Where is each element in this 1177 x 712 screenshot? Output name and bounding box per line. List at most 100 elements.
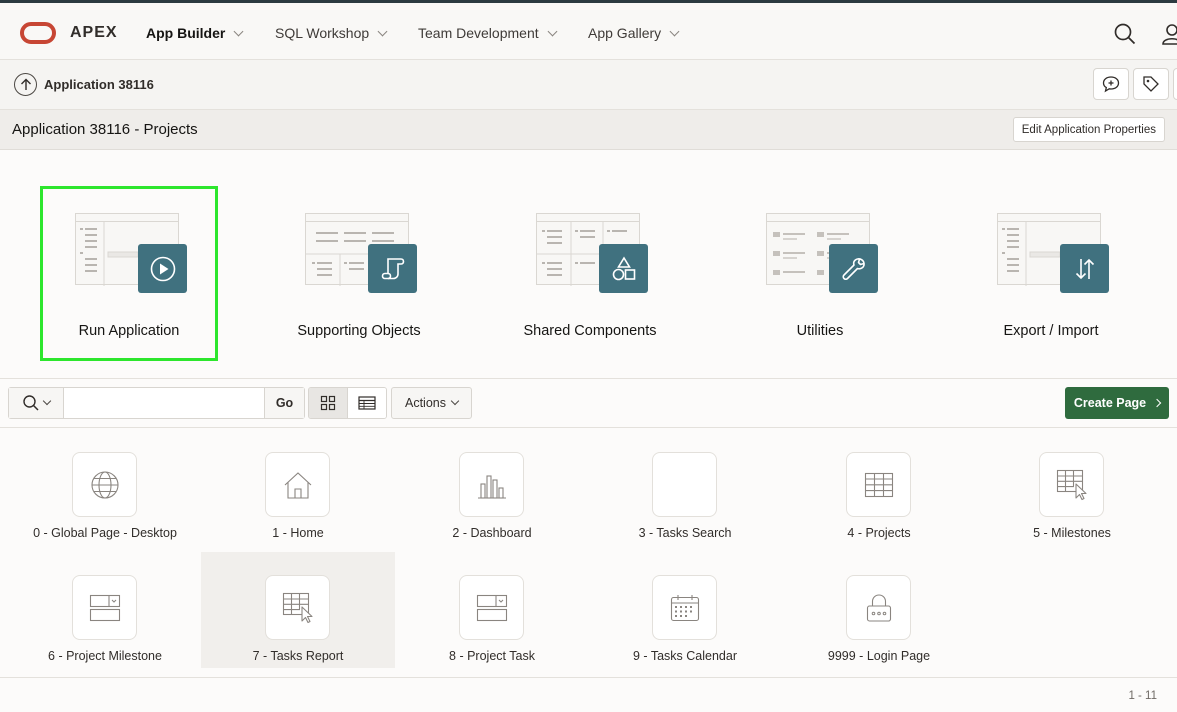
play-icon xyxy=(150,256,175,281)
page-card[interactable]: 3 - Tasks Search xyxy=(588,429,782,545)
page-title-bar: Application 38116 - Projects Edit Applic… xyxy=(0,110,1177,150)
report-view-button[interactable] xyxy=(347,388,386,418)
export-import-label: Export / Import xyxy=(1003,323,1099,339)
page-card[interactable]: 4 - Projects xyxy=(782,429,976,545)
feedback-button[interactable] xyxy=(1093,68,1129,100)
utilities-label: Utilities xyxy=(796,323,844,339)
page-card[interactable]: 1 - Home xyxy=(201,429,395,545)
run-application-label: Run Application xyxy=(78,323,180,339)
page-card-label: 9999 - Login Page xyxy=(827,649,931,663)
navigate-up-button[interactable] xyxy=(14,73,37,96)
page-card-label: 1 - Home xyxy=(272,526,324,540)
view-toggle xyxy=(308,387,387,419)
create-page-label: Create Page xyxy=(1073,396,1147,410)
chevron-down-icon xyxy=(42,396,52,406)
actions-menu-button[interactable]: Actions xyxy=(391,387,472,419)
search-icon[interactable] xyxy=(1113,22,1137,46)
page-icon-box xyxy=(652,452,717,517)
page-icon-box xyxy=(652,575,717,640)
icon-view-button[interactable] xyxy=(309,388,348,418)
supporting-objects-label: Supporting Objects xyxy=(297,323,421,339)
comment-add-icon xyxy=(1102,76,1120,93)
page-icon-box xyxy=(72,452,137,517)
search-group: Go xyxy=(8,387,305,419)
grid-icon xyxy=(320,395,335,411)
nav-sql-workshop-label: SQL Workshop xyxy=(275,25,370,41)
page-card[interactable]: 2 - Dashboard xyxy=(395,429,589,545)
go-button[interactable]: Go xyxy=(264,388,304,418)
shared-components-tile xyxy=(599,244,648,293)
user-icon[interactable] xyxy=(1160,22,1177,46)
page-card[interactable]: 6 - Project Milestone xyxy=(8,552,202,668)
shared-components-label: Shared Components xyxy=(523,323,657,339)
page-icon-box xyxy=(846,575,911,640)
search-icon xyxy=(23,395,39,411)
chevron-down-icon xyxy=(377,26,388,36)
pages-grid: 0 - Global Page - Desktop 1 - Home 2 - D… xyxy=(0,429,1177,677)
arrow-up-icon xyxy=(20,78,31,90)
table-icon xyxy=(864,472,893,497)
globe-icon xyxy=(90,470,119,499)
page-card-label: 8 - Project Task xyxy=(449,649,535,663)
page-icon-box xyxy=(265,575,330,640)
edit-application-properties-button[interactable]: Edit Application Properties xyxy=(1012,117,1165,142)
shared-components-card[interactable]: Shared Components xyxy=(503,188,677,359)
page-icon-box xyxy=(846,452,911,517)
search-column-select[interactable] xyxy=(9,388,64,418)
lock-icon xyxy=(866,593,891,622)
calendar-icon xyxy=(670,594,699,621)
scroll-icon xyxy=(381,257,404,279)
search-input[interactable] xyxy=(65,388,265,418)
page-card-label: 9 - Tasks Calendar xyxy=(633,649,737,663)
form-icon xyxy=(476,594,507,621)
page-card-label: 6 - Project Milestone xyxy=(48,649,162,663)
shapes-icon xyxy=(612,255,635,280)
apex-brand[interactable]: APEX xyxy=(70,24,118,42)
chevron-down-icon xyxy=(233,26,244,36)
wrench-icon xyxy=(841,257,865,280)
tags-button[interactable] xyxy=(1133,68,1169,100)
utilities-card[interactable]: Utilities xyxy=(733,188,907,359)
nav-app-builder-label: App Builder xyxy=(146,25,226,41)
page-card-label: 4 - Projects xyxy=(847,526,911,540)
run-application-tile xyxy=(138,244,187,293)
chevron-right-icon xyxy=(1152,398,1162,408)
page-card[interactable]: 9999 - Login Page xyxy=(782,552,976,668)
page-card[interactable]: 0 - Global Page - Desktop xyxy=(8,429,202,545)
nav-app-gallery[interactable]: App Gallery xyxy=(588,25,680,41)
application-actions: Run Application Supporting Objects Share… xyxy=(0,150,1177,379)
grid-footer: 1 - 11 xyxy=(0,677,1177,712)
page-icon-box xyxy=(459,452,524,517)
page-card[interactable]: 9 - Tasks Calendar xyxy=(588,552,782,668)
supporting-objects-card[interactable]: Supporting Objects xyxy=(272,188,446,359)
chevron-down-icon xyxy=(669,26,680,36)
oracle-logo[interactable] xyxy=(20,22,56,44)
pages-toolbar: Go Actions Create Page xyxy=(0,379,1177,428)
form-icon xyxy=(89,594,120,621)
page-card[interactable]: 8 - Project Task xyxy=(395,552,589,668)
export-import-card[interactable]: Export / Import xyxy=(964,188,1138,359)
table-icon xyxy=(358,396,376,410)
nav-team-development-label: Team Development xyxy=(418,25,539,41)
create-page-button[interactable]: Create Page xyxy=(1065,387,1169,419)
nav-sql-workshop[interactable]: SQL Workshop xyxy=(275,25,388,41)
run-application-card[interactable]: Run Application xyxy=(40,186,218,361)
page-icon-box xyxy=(1039,452,1104,517)
page-icon-box xyxy=(72,575,137,640)
page-card[interactable]: 5 - Milestones xyxy=(975,429,1169,545)
page-card-label: 5 - Milestones xyxy=(1033,526,1111,540)
page-card-label: 7 - Tasks Report xyxy=(252,649,344,663)
page-card-label: 0 - Global Page - Desktop xyxy=(33,526,177,540)
page-card-label: 2 - Dashboard xyxy=(452,526,532,540)
breadcrumb[interactable]: Application 38116 xyxy=(44,77,154,92)
page-card[interactable]: 7 - Tasks Report xyxy=(201,552,395,668)
actions-label: Actions xyxy=(405,396,446,410)
nav-app-gallery-label: App Gallery xyxy=(588,25,662,41)
nav-team-development[interactable]: Team Development xyxy=(418,25,558,41)
export-import-tile xyxy=(1060,244,1109,293)
supporting-objects-tile xyxy=(368,244,417,293)
more-button[interactable] xyxy=(1173,68,1177,100)
home-icon xyxy=(284,471,311,499)
page-icon-box xyxy=(265,452,330,517)
nav-app-builder[interactable]: App Builder xyxy=(146,25,244,41)
